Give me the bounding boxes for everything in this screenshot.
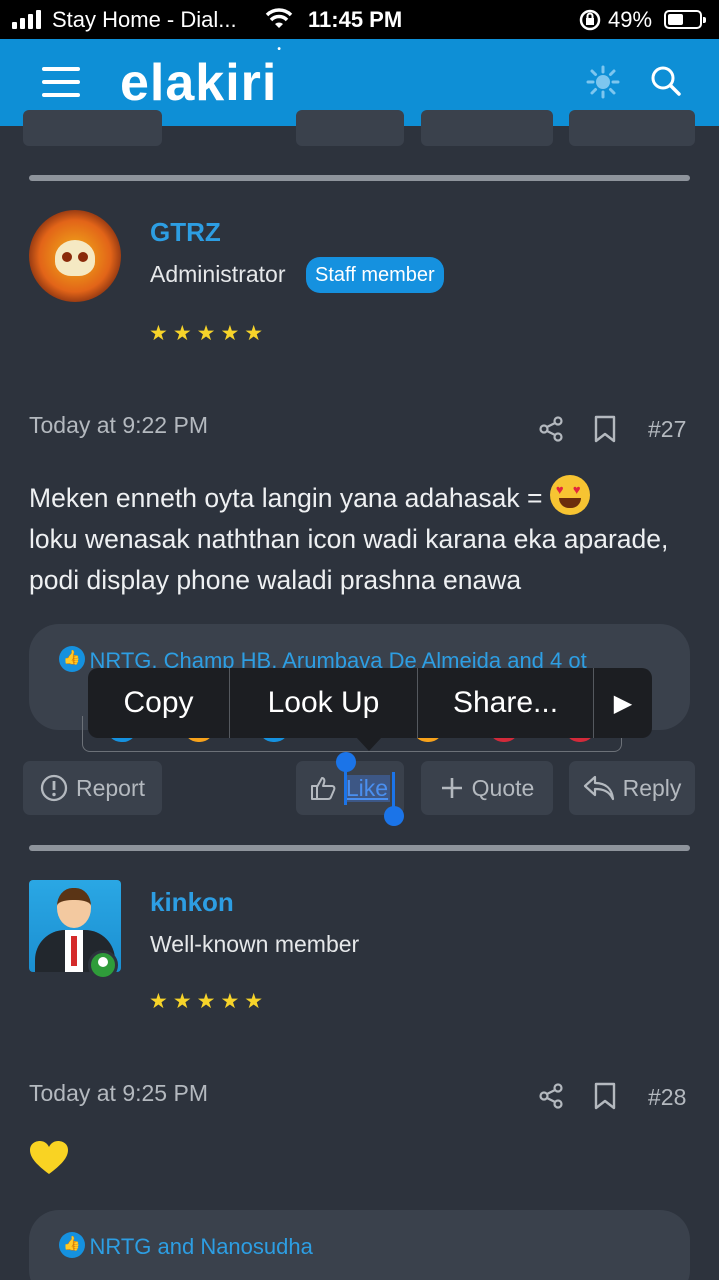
wifi-icon — [265, 8, 293, 28]
yellow-heart-icon — [30, 1141, 68, 1174]
user-rating-stars: ★★★★★ — [149, 322, 269, 345]
previous-report-button[interactable] — [23, 110, 162, 146]
copy-menu-item[interactable]: Copy — [88, 668, 230, 738]
bookmark-icon[interactable] — [594, 415, 616, 443]
rotation-lock-icon — [579, 9, 601, 31]
selection-end-handle[interactable] — [384, 806, 404, 826]
reply-button[interactable]: Reply — [569, 761, 695, 815]
like-reaction-icon — [59, 646, 85, 672]
share-icon[interactable] — [538, 416, 564, 442]
post-username[interactable]: GTRZ — [150, 217, 221, 248]
post-number[interactable]: #27 — [648, 416, 686, 443]
battery-icon — [664, 10, 706, 29]
search-icon[interactable] — [650, 65, 682, 97]
reactions-summary[interactable]: NRTG and Nanosudha — [29, 1210, 690, 1280]
post-divider — [29, 175, 690, 181]
quote-button[interactable]: Quote — [421, 761, 553, 815]
battery-percent: 49% — [608, 7, 653, 32]
previous-like-button[interactable] — [296, 110, 404, 146]
signal-icon — [12, 9, 41, 29]
user-rating-stars: ★★★★★ — [149, 990, 269, 1013]
reply-icon — [583, 775, 614, 801]
online-status-icon — [88, 950, 118, 980]
more-menu-arrow-icon[interactable]: ▶ — [594, 668, 652, 738]
user-role: Administrator — [150, 261, 286, 287]
post-divider — [29, 845, 690, 851]
menu-pointer — [356, 737, 382, 751]
text-selection-menu: Copy Look Up Share... ▶ — [88, 668, 652, 738]
staff-badge: Staff member — [306, 257, 444, 293]
post-username[interactable]: kinkon — [150, 887, 234, 918]
user-role: Well-known member — [150, 931, 360, 957]
bookmark-icon[interactable] — [594, 1082, 616, 1110]
theme-toggle-icon[interactable] — [586, 65, 620, 99]
report-icon — [40, 774, 68, 802]
menu-icon[interactable] — [42, 67, 80, 99]
reactions-list[interactable]: NRTG and Nanosudha — [89, 1234, 312, 1259]
look-up-menu-item[interactable]: Look Up — [230, 668, 418, 738]
post-body: Meken enneth oyta langin yana adahasak =… — [29, 475, 699, 601]
like-reaction-icon — [59, 1232, 85, 1258]
clock: 11:45 PM — [308, 7, 403, 32]
post-number[interactable]: #28 — [648, 1084, 686, 1111]
plus-icon — [441, 778, 462, 798]
site-logo[interactable]: elakiri• — [120, 44, 282, 113]
status-bar: Stay Home - Dial... 11:45 PM 49% — [0, 0, 719, 39]
share-icon[interactable] — [538, 1083, 564, 1109]
report-button[interactable]: Report — [23, 761, 162, 815]
previous-reply-button[interactable] — [569, 110, 695, 146]
selection-start-handle[interactable] — [336, 752, 356, 772]
like-label-selected[interactable]: Like — [343, 774, 391, 802]
heart-eyes-emoji-icon: ♥ ♥ — [549, 475, 590, 515]
avatar[interactable] — [29, 210, 121, 302]
post-date[interactable]: Today at 9:22 PM — [29, 412, 208, 439]
carrier-name: Stay Home - Dial... — [52, 7, 237, 32]
post-date[interactable]: Today at 9:25 PM — [29, 1080, 208, 1107]
share-menu-item[interactable]: Share... — [418, 668, 594, 738]
previous-quote-button[interactable] — [421, 110, 553, 146]
thumbs-up-icon — [310, 777, 336, 800]
